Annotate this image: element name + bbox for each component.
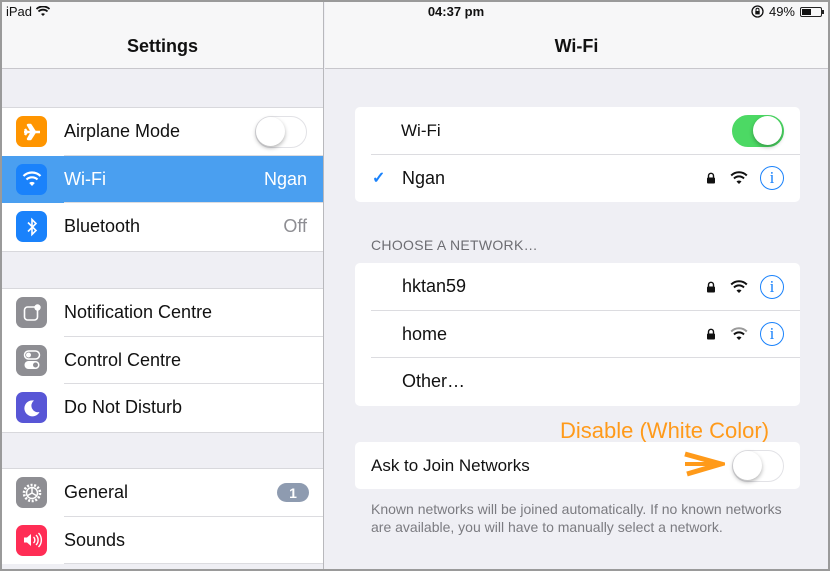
- sidebar-item-wifi[interactable]: Wi-Fi Ngan: [2, 155, 323, 203]
- wifi-detail-pane: Wi-Fi Wi-Fi ✓ Ngan i CHOOSE A NETWORK… h…: [325, 2, 828, 569]
- network-name: hktan59: [402, 276, 467, 297]
- settings-title: Settings: [126, 36, 198, 56]
- wifi-signal-icon: [730, 327, 748, 341]
- ask-to-join-row: Ask to Join Networks: [355, 442, 800, 490]
- info-icon[interactable]: i: [760, 166, 784, 191]
- checkmark-icon: ✓: [372, 170, 386, 188]
- control-centre-icon: [16, 344, 47, 376]
- sidebar-item-label: Bluetooth: [64, 216, 141, 237]
- sidebar-item-general[interactable]: General 1: [2, 469, 323, 517]
- bluetooth-icon: [16, 211, 47, 243]
- sidebar-item-label: Control Centre: [64, 349, 182, 370]
- available-networks-card: hktan59 i home i Other…: [355, 263, 800, 406]
- info-icon[interactable]: i: [760, 274, 784, 299]
- annotation-label: Disable (White Color): [560, 418, 770, 443]
- battery-level: [802, 8, 811, 15]
- sidebar-item-bluetooth[interactable]: Bluetooth Off: [2, 203, 323, 251]
- status-bar: iPad 04:37 pm 49%: [2, 2, 828, 22]
- wifi-network-value: Ngan: [263, 168, 307, 189]
- sidebar-item-do-not-disturb[interactable]: Do Not Disturb: [2, 384, 323, 432]
- wifi-icon: [16, 163, 47, 195]
- wifi-signal-icon: [730, 171, 748, 185]
- other-network-row[interactable]: Other…: [355, 358, 800, 406]
- choose-network-header: CHOOSE A NETWORK…: [371, 237, 538, 253]
- ask-to-join-card: Ask to Join Networks: [355, 442, 800, 489]
- airplane-icon: [16, 116, 47, 148]
- ask-to-join-toggle[interactable]: [732, 449, 784, 482]
- network-name: home: [402, 323, 448, 344]
- notification-centre-icon: [16, 297, 47, 329]
- ask-to-join-label: Ask to Join Networks: [371, 455, 530, 475]
- update-badge: 1: [277, 483, 309, 503]
- moon-icon: [16, 392, 47, 424]
- lock-icon: [707, 281, 715, 293]
- settings-group-connectivity: Airplane Mode Wi-Fi Ngan Bluetooth Off: [2, 107, 323, 252]
- network-row[interactable]: home i: [355, 311, 800, 358]
- battery-icon: [800, 6, 824, 17]
- lock-icon: [707, 328, 715, 340]
- settings-sidebar: Settings Airplane Mode Wi-Fi Ngan Blueto…: [2, 2, 324, 569]
- wifi-page-title: Wi-Fi: [554, 36, 599, 56]
- sidebar-item-sounds[interactable]: Sounds: [2, 517, 323, 564]
- sidebar-item-notification-centre[interactable]: Notification Centre: [2, 289, 323, 337]
- speaker-icon: [16, 524, 47, 556]
- info-icon[interactable]: i: [760, 322, 784, 347]
- wifi-toggle[interactable]: [732, 114, 784, 147]
- airplane-mode-toggle[interactable]: [255, 115, 307, 148]
- battery-percent: 49%: [768, 4, 795, 19]
- annotation-arrow-icon: [684, 451, 725, 477]
- wifi-toggle-label: Wi-Fi: [401, 120, 441, 140]
- sidebar-item-control-centre[interactable]: Control Centre: [2, 337, 323, 384]
- other-network-label: Other…: [402, 371, 466, 392]
- sidebar-item-label: Airplane Mode: [64, 121, 181, 142]
- gear-icon: [16, 477, 47, 509]
- settings-group-general: General 1 Sounds: [2, 468, 323, 564]
- rotation-lock-icon: [751, 5, 764, 18]
- clock: 04:37 pm: [427, 4, 485, 19]
- sidebar-item-label: General: [64, 482, 129, 503]
- wifi-main-card: Wi-Fi ✓ Ngan i: [355, 107, 800, 202]
- lock-icon: [707, 172, 715, 184]
- sidebar-item-airplane-mode[interactable]: Airplane Mode: [2, 108, 323, 156]
- network-row[interactable]: hktan59 i: [355, 263, 800, 311]
- settings-group-notifications: Notification Centre Control Centre Do No…: [2, 288, 323, 433]
- sidebar-item-label: Wi-Fi: [64, 168, 106, 189]
- wifi-signal-icon: [730, 280, 748, 293]
- bluetooth-value: Off: [283, 216, 307, 237]
- wifi-toggle-row: Wi-Fi: [355, 107, 800, 155]
- connected-network-row[interactable]: ✓ Ngan i: [355, 155, 800, 203]
- ask-to-join-description: Known networks will be joined automatica…: [371, 501, 782, 535]
- sidebar-item-label: Sounds: [64, 529, 126, 550]
- ipad-screen: iPad 04:37 pm 49% Settings Airplane Mode…: [2, 2, 828, 569]
- sidebar-item-label: Do Not Disturb: [64, 397, 183, 418]
- sidebar-item-label: Notification Centre: [64, 302, 213, 323]
- network-name: Ngan: [402, 167, 446, 188]
